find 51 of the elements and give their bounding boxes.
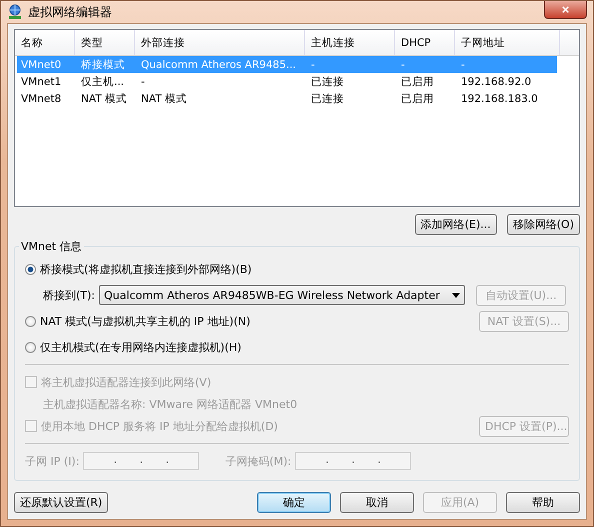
radio-label: 仅主机模式(在专用网络内连接虚拟机)(H) <box>40 340 242 354</box>
ip-field-label: 子网 IP (I): <box>25 454 80 468</box>
radio-button[interactable] <box>25 264 36 274</box>
restore-defaults-button[interactable]: 还原默认设置(R) <box>14 492 108 513</box>
dialog-button[interactable]: 确定 <box>257 492 331 513</box>
table-cell-text: - <box>310 58 316 72</box>
table-cell-text: 192.168.92.0 <box>460 74 532 90</box>
table-cell-text: 已连接 <box>310 74 345 90</box>
column-header[interactable]: 类型 <box>75 30 135 55</box>
ip-address-field[interactable]: . . . <box>83 452 200 470</box>
adapter-name-text: 主机虚拟适配器名称: VMware 网络适配器 VMnet0 <box>43 396 298 412</box>
adapter-dropdown[interactable]: Qualcomm Atheros AR9485WB-EG Wireless Network Adapter <box>99 285 466 305</box>
list-action-button[interactable]: 添加网络(E)... <box>414 214 497 235</box>
table-cell-text: 已连接 <box>310 92 345 106</box>
table-cell-text: 桥接模式 <box>80 58 126 72</box>
caret-icon <box>452 292 460 298</box>
column-header[interactable]: 外部连接 <box>135 30 305 55</box>
table-cell-text: VMnet8 <box>20 92 62 106</box>
table-cell-text: 仅主机... <box>80 74 126 90</box>
column-header[interactable]: 名称 <box>15 30 75 55</box>
column-header[interactable]: DHCP <box>395 30 455 55</box>
bridge-label: 桥接到(T): <box>43 288 96 302</box>
network-row[interactable]: VMnet1 仅主机... - 已连接 已启用 192.168.92.0 <box>17 73 557 90</box>
radio-button[interactable] <box>25 342 36 352</box>
list-action-button[interactable]: 移除网络(O) <box>506 214 580 235</box>
table-cell-text: NAT 模式 <box>80 92 128 106</box>
table-cell-text: - <box>140 74 146 90</box>
table-cell-text: 192.168.183.0 <box>460 92 539 106</box>
table-cell-text: - <box>460 58 466 72</box>
table-cell-text: VMnet1 <box>20 74 62 90</box>
ip-address-field[interactable]: . . . <box>295 452 412 470</box>
group-title: VMnet 信息 <box>20 239 83 254</box>
radio-button[interactable] <box>25 316 36 326</box>
checkbox-label: 将主机虚拟适配器连接到此网络(V) <box>41 374 212 390</box>
dialog-button[interactable]: 取消 <box>340 492 414 513</box>
network-globe-icon <box>7 4 23 20</box>
table-cell-text: - <box>400 58 406 72</box>
radio-label: NAT 模式(与虚拟机共享主机的 IP 地址)(N) <box>40 314 250 328</box>
table-cell-text: NAT 模式 <box>140 92 188 106</box>
ip-field-label: 子网掩码(M): <box>225 454 292 468</box>
network-row[interactable]: VMnet8 NAT 模式 NAT 模式 已连接 已启用 192.168.183.0 <box>17 90 557 107</box>
column-header[interactable]: 子网地址 <box>455 30 560 55</box>
table-cell-text: Qualcomm Atheros AR9485... <box>140 58 298 72</box>
radio-label: 桥接模式(将虚拟机直接连接到外部网络)(B) <box>40 262 252 276</box>
table-cell-text: VMnet0 <box>20 58 62 72</box>
dialog-button[interactable]: 帮助 <box>506 492 580 513</box>
checkbox-label: 使用本地 DHCP 服务将 IP 地址分配给虚拟机(D) <box>41 418 278 434</box>
column-header[interactable]: 主机连接 <box>305 30 395 55</box>
window-title: 虚拟网络编辑器 <box>28 4 112 20</box>
table-cell-text: 已启用 <box>400 74 435 90</box>
table-cell-text: 已启用 <box>400 92 435 106</box>
